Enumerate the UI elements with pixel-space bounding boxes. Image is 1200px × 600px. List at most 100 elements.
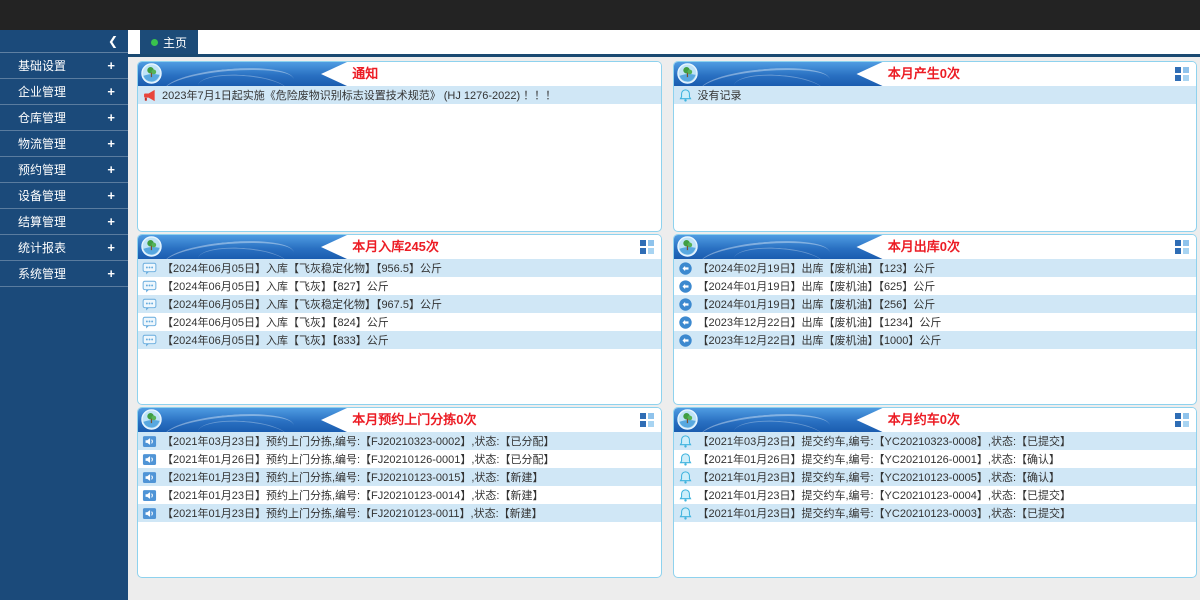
list-item[interactable]: 2023年7月1日起实施《危险废物识别标志设置技术规范》 (HJ 1276-20… <box>138 86 661 104</box>
tab-bar: 主页 <box>128 30 1200 57</box>
panel-door-sorting-this-month: 本月预约上门分拣0次【2021年03月23日】预约上门分拣,编号:【FJ2021… <box>137 407 662 578</box>
list-item[interactable]: 【2021年01月23日】提交约车,编号:【YC20210123-0003】,状… <box>674 504 1197 522</box>
expand-plus-icon[interactable]: + <box>107 84 115 99</box>
outbound-circle-icon <box>678 261 693 276</box>
list-item[interactable]: 【2024年06月05日】入库【飞灰稳定化物】【956.5】公斤 <box>138 259 661 277</box>
list-item[interactable]: 【2024年01月19日】出库【废机油】【625】公斤 <box>674 277 1197 295</box>
expand-plus-icon[interactable]: + <box>107 240 115 255</box>
bell-icon <box>678 452 693 467</box>
globe-logo-icon <box>141 236 162 257</box>
outbound-circle-icon <box>678 315 693 330</box>
sidebar-item[interactable]: 基础设置+ <box>0 53 128 79</box>
bell-icon <box>678 88 693 103</box>
sidebar: ❮ 基础设置+企业管理+仓库管理+物流管理+预约管理+设备管理+结算管理+统计报… <box>0 30 128 600</box>
outbound-circle-icon <box>678 279 693 294</box>
bell-icon <box>678 488 693 503</box>
sidebar-item[interactable]: 系统管理 + <box>0 261 128 287</box>
list-item[interactable]: 【2021年01月23日】预约上门分拣,编号:【FJ20210123-0011】… <box>138 504 661 522</box>
sidebar-item[interactable]: 仓库管理+ <box>0 105 128 131</box>
globe-logo-icon <box>141 409 162 430</box>
sidebar-item-label: 系统管理 <box>18 265 66 282</box>
panel-title: 通知 <box>352 62 378 86</box>
list-item[interactable]: 【2024年02月19日】出库【废机油】【123】公斤 <box>674 259 1197 277</box>
grid-icon[interactable] <box>1175 240 1189 254</box>
list-item-text: 【2021年01月23日】预约上门分拣,编号:【FJ20210123-0015】… <box>162 469 543 485</box>
sidebar-item-label: 企业管理 <box>18 83 66 100</box>
list-item-text: 【2021年03月23日】提交约车,编号:【YC20210323-0008】,状… <box>698 433 1072 449</box>
collapse-arrow-icon[interactable]: ❮ <box>108 34 118 48</box>
panel-produced-this-month: 本月产生0次没有记录 <box>673 61 1198 232</box>
list-item-text: 【2024年06月05日】入库【飞灰】【833】公斤 <box>162 332 389 348</box>
list-item-text: 【2024年01月19日】出库【废机油】【256】公斤 <box>698 296 936 312</box>
grid-icon[interactable] <box>640 413 654 427</box>
list-item[interactable]: 【2024年06月05日】入库【飞灰稳定化物】【967.5】公斤 <box>138 295 661 313</box>
list-item-text: 【2021年01月23日】预约上门分拣,编号:【FJ20210123-0011】… <box>162 505 543 521</box>
list-item[interactable]: 【2021年01月26日】提交约车,编号:【YC20210126-0001】,状… <box>674 450 1197 468</box>
grid-icon[interactable] <box>1175 413 1189 427</box>
list-item[interactable]: 【2024年06月05日】入库【飞灰】【824】公斤 <box>138 313 661 331</box>
list-item[interactable]: 【2021年03月23日】预约上门分拣,编号:【FJ20210323-0002】… <box>138 432 661 450</box>
speaker-square-icon <box>142 470 157 485</box>
list-item-text: 【2021年01月23日】提交约车,编号:【YC20210123-0005】,状… <box>698 469 1061 485</box>
list-item[interactable]: 【2021年01月23日】预约上门分拣,编号:【FJ20210123-0014】… <box>138 486 661 504</box>
main-content: 主页 通知2023年7月1日起实施《危险废物识别标志设置技术规范》 (HJ 12… <box>128 30 1200 600</box>
globe-logo-icon <box>677 63 698 84</box>
list-item[interactable]: 【2023年12月22日】出库【废机油】【1000】公斤 <box>674 331 1197 349</box>
list-item[interactable]: 【2024年01月19日】出库【废机油】【256】公斤 <box>674 295 1197 313</box>
sidebar-item[interactable]: 物流管理+ <box>0 131 128 157</box>
bell-icon <box>678 434 693 449</box>
list-item-text: 【2021年01月23日】提交约车,编号:【YC20210123-0004】,状… <box>698 487 1072 503</box>
list-item[interactable]: 【2024年06月05日】入库【飞灰】【833】公斤 <box>138 331 661 349</box>
panel-body: 2023年7月1日起实施《危险废物识别标志设置技术规范》 (HJ 1276-20… <box>138 86 661 104</box>
panel-outbound-this-month: 本月出库0次【2024年02月19日】出库【废机油】【123】公斤【2024年0… <box>673 234 1198 405</box>
grid-icon[interactable] <box>640 240 654 254</box>
speaker-square-icon <box>142 488 157 503</box>
expand-plus-icon[interactable]: + <box>107 136 115 151</box>
expand-plus-icon[interactable]: + <box>107 214 115 229</box>
comment-icon <box>142 297 157 312</box>
speaker-square-icon <box>142 506 157 521</box>
panel-header: 本月预约上门分拣0次 <box>138 408 661 432</box>
list-item[interactable]: 【2021年01月23日】提交约车,编号:【YC20210123-0005】,状… <box>674 468 1197 486</box>
list-item-text: 【2021年01月23日】预约上门分拣,编号:【FJ20210123-0014】… <box>162 487 543 503</box>
panel-body: 【2024年06月05日】入库【飞灰稳定化物】【956.5】公斤【2024年06… <box>138 259 661 349</box>
expand-plus-icon[interactable]: + <box>107 162 115 177</box>
list-item[interactable]: 【2021年01月23日】提交约车,编号:【YC20210123-0004】,状… <box>674 486 1197 504</box>
list-item[interactable]: 【2021年03月23日】提交约车,编号:【YC20210323-0008】,状… <box>674 432 1197 450</box>
list-item[interactable]: 【2024年06月05日】入库【飞灰】【827】公斤 <box>138 277 661 295</box>
list-item[interactable]: 没有记录 <box>674 86 1197 104</box>
grid-icon[interactable] <box>1175 67 1189 81</box>
sidebar-item[interactable]: 结算管理+ <box>0 209 128 235</box>
panel-title: 本月产生0次 <box>888 62 960 86</box>
panel-header: 本月出库0次 <box>674 235 1197 259</box>
expand-plus-icon[interactable]: + <box>107 58 115 73</box>
tab-home[interactable]: 主页 <box>140 30 198 54</box>
header-banner <box>674 235 883 259</box>
list-item-text: 【2023年12月22日】出库【废机油】【1000】公斤 <box>698 332 942 348</box>
expand-plus-icon[interactable]: + <box>107 188 115 203</box>
panel-header: 通知 <box>138 62 661 86</box>
panel-title: 本月入库245次 <box>352 235 439 259</box>
list-item[interactable]: 【2023年12月22日】出库【废机油】【1234】公斤 <box>674 313 1197 331</box>
header-banner <box>138 235 347 259</box>
sidebar-collapse-button[interactable]: ❮ <box>0 30 128 53</box>
dashboard-panels: 通知2023年7月1日起实施《危险废物识别标志设置技术规范》 (HJ 1276-… <box>128 57 1200 578</box>
comment-icon <box>142 315 157 330</box>
panel-title: 本月预约上门分拣0次 <box>352 408 476 432</box>
sidebar-item[interactable]: 企业管理 + <box>0 79 128 105</box>
tab-home-label: 主页 <box>163 34 187 51</box>
list-item-text: 【2024年06月05日】入库【飞灰】【824】公斤 <box>162 314 389 330</box>
comment-icon <box>142 279 157 294</box>
bell-icon <box>678 470 693 485</box>
list-item[interactable]: 【2021年01月26日】预约上门分拣,编号:【FJ20210126-0001】… <box>138 450 661 468</box>
panel-title: 本月约车0次 <box>888 408 960 432</box>
sidebar-item[interactable]: 预约管理+ <box>0 157 128 183</box>
globe-logo-icon <box>141 63 162 84</box>
outbound-circle-icon <box>678 297 693 312</box>
sidebar-item[interactable]: 统计报表+ <box>0 235 128 261</box>
list-item[interactable]: 【2021年01月23日】预约上门分拣,编号:【FJ20210123-0015】… <box>138 468 661 486</box>
list-item-text: 【2024年06月05日】入库【飞灰】【827】公斤 <box>162 278 389 294</box>
sidebar-item[interactable]: 设备管理+ <box>0 183 128 209</box>
expand-plus-icon[interactable]: + <box>107 266 115 281</box>
expand-plus-icon[interactable]: + <box>107 110 115 125</box>
